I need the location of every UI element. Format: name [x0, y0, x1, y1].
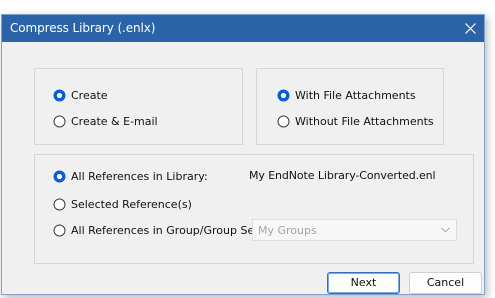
without-attachments-radio-label: Without File Attachments: [295, 114, 434, 128]
cancel-button[interactable]: Cancel: [409, 272, 482, 294]
attachments-group: [256, 68, 444, 145]
radio-button-icon: [53, 89, 66, 102]
create-radio[interactable]: Create: [53, 87, 108, 103]
library-name: My EndNote Library-Converted.enl: [249, 169, 436, 182]
selected-references-radio-label: Selected Reference(s): [71, 197, 192, 211]
radio-button-icon: [53, 115, 66, 128]
group-select[interactable]: My Groups: [252, 219, 457, 241]
without-attachments-radio[interactable]: Without File Attachments: [277, 113, 434, 129]
title-bar: Compress Library (.enlx): [2, 15, 484, 42]
selected-references-radio[interactable]: Selected Reference(s): [53, 196, 192, 212]
close-icon: [465, 23, 476, 34]
create-mode-group: [34, 68, 243, 145]
chevron-down-icon: [441, 227, 450, 233]
group-references-radio[interactable]: All References in Group/Group Set:: [53, 222, 262, 238]
radio-button-icon: [53, 198, 66, 211]
create-and-email-radio[interactable]: Create & E-mail: [53, 113, 158, 129]
create-and-email-radio-label: Create & E-mail: [71, 114, 158, 128]
group-references-radio-label: All References in Group/Group Set:: [71, 223, 263, 237]
all-references-radio[interactable]: All References in Library:: [53, 168, 208, 184]
group-select-value: My Groups: [258, 224, 317, 237]
page: Compress Library (.enlx) Create Create &…: [0, 0, 495, 298]
next-button[interactable]: Next: [327, 272, 400, 294]
radio-button-icon: [53, 224, 66, 237]
dialog-title: Compress Library (.enlx): [10, 21, 156, 35]
close-button[interactable]: [458, 15, 482, 42]
with-attachments-radio[interactable]: With File Attachments: [277, 87, 416, 103]
radio-button-icon: [277, 89, 290, 102]
all-references-radio-label: All References in Library:: [71, 169, 208, 183]
with-attachments-radio-label: With File Attachments: [295, 88, 416, 102]
compress-library-dialog: Compress Library (.enlx) Create Create &…: [1, 14, 485, 295]
radio-button-icon: [277, 115, 290, 128]
create-radio-label: Create: [71, 88, 108, 102]
radio-button-icon: [53, 170, 66, 183]
